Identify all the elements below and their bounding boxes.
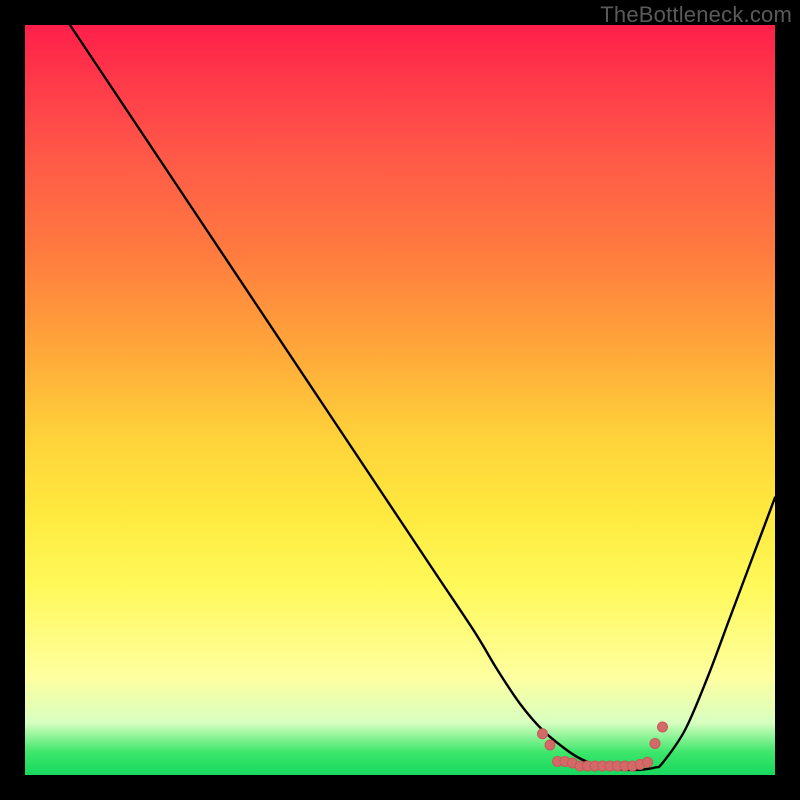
bottleneck-curve: [70, 25, 775, 770]
marker-dot: [643, 757, 653, 767]
marker-dot: [545, 740, 555, 750]
plot-area: [25, 25, 775, 775]
marker-dot: [658, 722, 668, 732]
curve-svg: [25, 25, 775, 775]
chart-frame: TheBottleneck.com: [0, 0, 800, 800]
bottom-cluster-markers: [538, 722, 668, 771]
marker-dot: [538, 729, 548, 739]
marker-dot: [650, 739, 660, 749]
